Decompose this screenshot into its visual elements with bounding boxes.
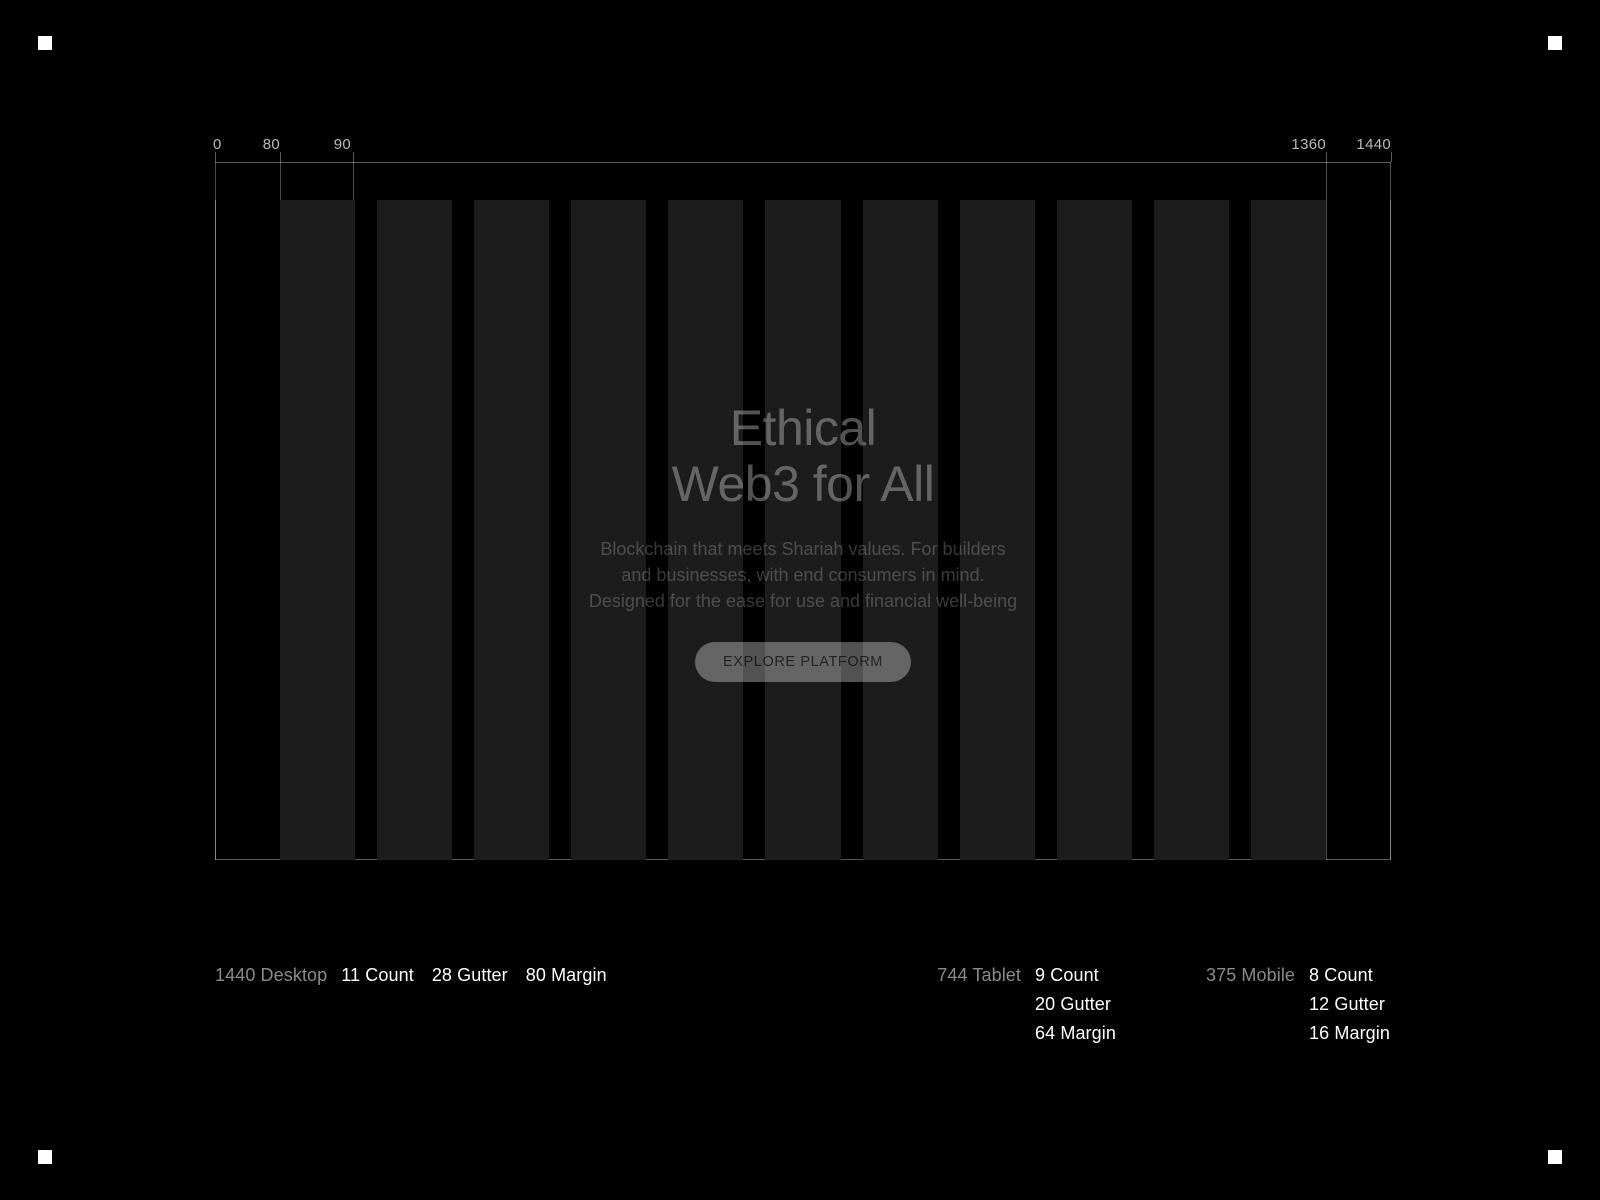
grid-column [1057, 200, 1132, 860]
spec-gutter: 20 Gutter [1035, 994, 1116, 1015]
spec-device: 375 Mobile [1206, 965, 1295, 1044]
spec-count: 9 Count [1035, 965, 1116, 986]
spec-margin: 80 Margin [526, 965, 607, 1044]
grid-column [960, 200, 1035, 860]
column-overlay [280, 200, 1326, 860]
corner-marker [1548, 1150, 1562, 1164]
corner-marker [38, 36, 52, 50]
ruler-label: 0 [213, 136, 222, 153]
grid-column [571, 200, 646, 860]
grid-column [1154, 200, 1229, 860]
spec-values: 8 Count 12 Gutter 16 Margin [1309, 965, 1390, 1044]
grid-column [474, 200, 549, 860]
hero-title: Ethical Web3 for All [672, 400, 935, 512]
hero-title-line: Web3 for All [672, 456, 935, 512]
ruler-baseline [215, 162, 1391, 163]
spec-count: 11 Count [341, 965, 414, 1044]
grid-column [280, 200, 355, 860]
grid-column [765, 200, 840, 860]
grid-canvas: 0 80 90 1360 1440 Ethical Web3 for All B… [215, 140, 1391, 860]
spec-gutter: 12 Gutter [1309, 994, 1390, 1015]
explore-platform-button[interactable]: EXPLORE PLATFORM [695, 642, 911, 682]
grid-column [377, 200, 452, 860]
ruler-label: 1440 [1356, 136, 1391, 153]
spec-gutter: 28 Gutter [432, 965, 508, 1044]
spec-mobile: 375 Mobile 8 Count 12 Gutter 16 Margin [1206, 965, 1390, 1044]
ruler-label: 1360 [1291, 136, 1326, 153]
spec-values: 11 Count 28 Gutter 80 Margin [341, 965, 606, 1044]
spec-device: 1440 Desktop [215, 965, 327, 1044]
spec-desktop: 1440 Desktop 11 Count 28 Gutter 80 Margi… [215, 965, 607, 1044]
hero-subtitle: Blockchain that meets Shariah values. Fo… [583, 536, 1023, 614]
spec-count: 8 Count [1309, 965, 1390, 986]
grid-column [863, 200, 938, 860]
ruler-label: 80 [263, 136, 280, 153]
grid-column [1251, 200, 1326, 860]
corner-marker [38, 1150, 52, 1164]
corner-marker [1548, 36, 1562, 50]
spec-margin: 64 Margin [1035, 1023, 1116, 1044]
ruler-tick [1326, 152, 1327, 162]
hero-title-line: Ethical [730, 400, 877, 456]
ruler-tick [1391, 152, 1392, 162]
spec-values: 9 Count 20 Gutter 64 Margin [1035, 965, 1116, 1044]
spec-margin: 16 Margin [1309, 1023, 1390, 1044]
ruler-tick [215, 152, 216, 162]
spec-tablet: 744 Tablet 9 Count 20 Gutter 64 Margin [937, 965, 1116, 1044]
ruler-label: 90 [334, 136, 351, 153]
grid-column [668, 200, 743, 860]
spec-device: 744 Tablet [937, 965, 1021, 1044]
ruler-tick [280, 152, 281, 162]
ruler-tick [353, 152, 354, 162]
grid-spec-legend: 1440 Desktop 11 Count 28 Gutter 80 Margi… [215, 965, 1390, 1044]
